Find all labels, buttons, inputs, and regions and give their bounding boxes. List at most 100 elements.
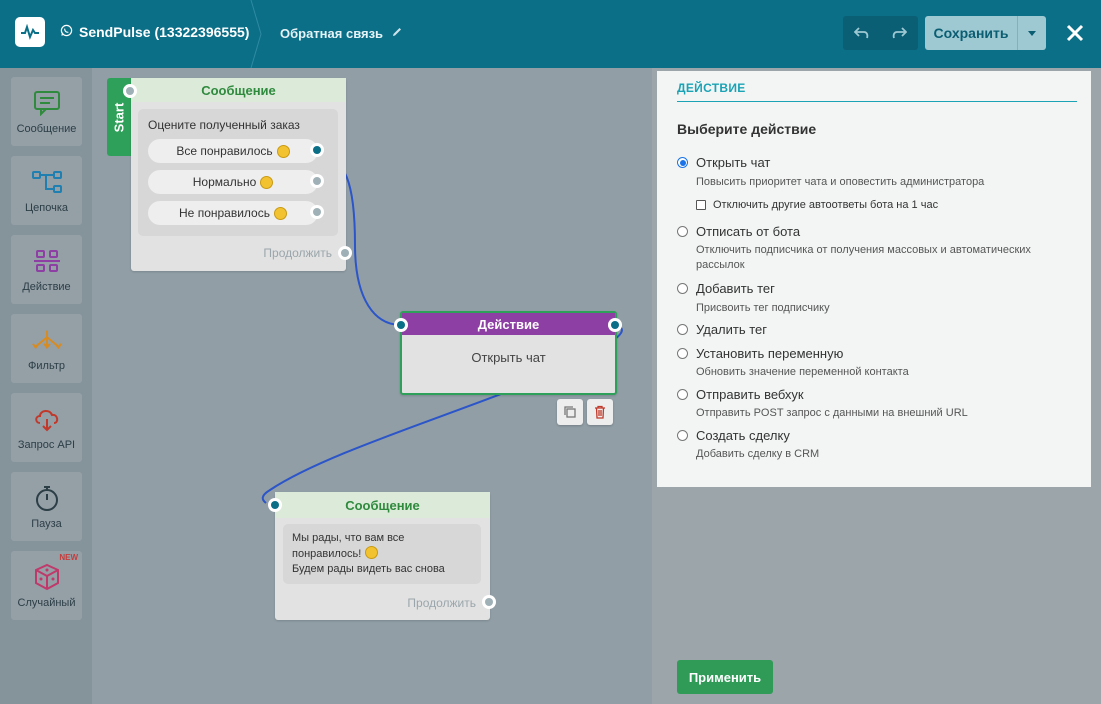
whatsapp-icon (60, 24, 73, 40)
save-button-group: Сохранить (925, 16, 1046, 50)
output-port-continue[interactable] (482, 595, 496, 609)
input-port[interactable] (123, 84, 137, 98)
action-icon (31, 247, 63, 275)
option-description: Добавить сделку в CRM (696, 448, 820, 460)
tool-label: Пауза (31, 517, 62, 530)
chain-icon (31, 168, 63, 196)
action-node[interactable]: Действие Открыть чат (400, 311, 617, 395)
input-port[interactable] (394, 318, 408, 332)
action-settings-panel: ДЕЙСТВИЕ Выберите действие Открыть чат П… (657, 71, 1091, 487)
redo-button[interactable] (881, 16, 919, 50)
option-add-tag[interactable]: Добавить тег (677, 281, 775, 296)
message-text-line: Мы рады, что вам все (292, 532, 405, 544)
continue-label: Продолжить (263, 246, 332, 260)
checkbox-label: Отключить другие автоответы бота на 1 ча… (713, 199, 939, 211)
continue-label: Продолжить (407, 596, 476, 610)
new-badge: NEW (59, 553, 78, 562)
copy-icon (564, 406, 576, 418)
option-remove-tag[interactable]: Удалить тег (677, 322, 767, 337)
top-bar: SendPulse (13322396555) Обратная связь С… (0, 0, 1101, 68)
trash-icon (595, 405, 605, 419)
output-port-normal[interactable] (310, 174, 324, 188)
flow-name-text: Обратная связь (280, 26, 384, 41)
option-label: Отправить вебхук (696, 387, 804, 402)
output-port-liked[interactable] (310, 143, 324, 157)
message-text: Оцените полученный заказ (148, 118, 300, 132)
close-button[interactable] (1062, 18, 1088, 48)
checkbox-box[interactable] (696, 200, 706, 210)
radio[interactable] (677, 226, 688, 237)
pencil-icon[interactable] (391, 26, 403, 41)
save-button[interactable]: Сохранить (925, 16, 1018, 50)
apply-button[interactable]: Применить (677, 660, 773, 694)
message-node-thanks[interactable]: Сообщение Мы рады, что вам все понравило… (275, 492, 490, 620)
message-text-line: понравилось! (292, 548, 362, 560)
node-title: Сообщение (131, 78, 346, 102)
message-bubble: Мы рады, что вам все понравилось! Будем … (283, 524, 481, 584)
action-node-body: Открыть чат (471, 350, 546, 365)
node-title: Действие (402, 313, 615, 335)
tool-label: Фильтр (28, 359, 65, 372)
option-label: Открыть чат (696, 155, 771, 170)
sendpulse-logo-icon[interactable] (15, 17, 45, 47)
tool-api-request[interactable]: Запрос API (11, 393, 82, 462)
reply-button-label: Не понравилось (179, 206, 270, 220)
panel-subtitle: Выберите действие (677, 121, 817, 137)
tool-chain[interactable]: Цепочка (11, 156, 82, 225)
neutral-emoji-icon (260, 175, 274, 189)
tool-action[interactable]: Действие (11, 235, 82, 304)
option-set-variable[interactable]: Установить переменную (677, 346, 843, 361)
reply-button-disliked[interactable]: Не понравилось (148, 201, 318, 225)
tool-label: Действие (22, 280, 71, 293)
tool-label: Случайный (17, 596, 76, 609)
dice-icon (31, 563, 63, 591)
sad-emoji-icon (273, 206, 287, 220)
project-selector[interactable]: SendPulse (13322396555) (60, 24, 249, 40)
filter-icon (31, 326, 63, 354)
breadcrumb-divider (250, 0, 262, 68)
save-options-dropdown[interactable] (1018, 16, 1046, 50)
option-label: Добавить тег (696, 281, 775, 296)
flow-title[interactable]: Обратная связь (280, 26, 403, 41)
timer-icon (31, 484, 63, 512)
output-port-disliked[interactable] (310, 205, 324, 219)
option-description: Отправить POST запрос с данными на внешн… (696, 407, 968, 419)
delete-node-button[interactable] (587, 399, 613, 425)
option-description: Отключить подписчика от получения массов… (696, 244, 1031, 271)
radio[interactable] (677, 283, 688, 294)
tool-label: Запрос API (17, 438, 76, 451)
copy-node-button[interactable] (557, 399, 583, 425)
tool-pause[interactable]: Пауза (11, 472, 82, 541)
tool-filter[interactable]: Фильтр (11, 314, 82, 383)
tool-random[interactable]: NEW Случайный (11, 551, 82, 620)
option-label: Создать сделку (696, 428, 790, 443)
tool-message[interactable]: Сообщение (11, 77, 82, 146)
node-title: Сообщение (275, 492, 490, 518)
option-create-deal[interactable]: Создать сделку (677, 428, 790, 443)
radio[interactable] (677, 324, 688, 335)
message-text-line: Будем рады видеть вас снова (292, 563, 445, 575)
option-unsubscribe[interactable]: Отписать от бота (677, 224, 800, 239)
radio[interactable] (677, 430, 688, 441)
option-label: Удалить тег (696, 322, 768, 337)
smile-emoji-icon (365, 546, 379, 559)
option-open-chat[interactable]: Открыть чат (677, 155, 770, 170)
radio[interactable] (677, 348, 688, 359)
radio-selected[interactable] (677, 157, 688, 168)
option-send-webhook[interactable]: Отправить вебхук (677, 387, 804, 402)
option-description: Повысить приоритет чата и оповестить адм… (696, 176, 985, 188)
output-port-continue[interactable] (338, 246, 352, 260)
smile-emoji-icon (276, 144, 290, 158)
reply-button-normal[interactable]: Нормально (148, 170, 318, 194)
input-port[interactable] (268, 498, 282, 512)
output-port[interactable] (608, 318, 622, 332)
radio[interactable] (677, 389, 688, 400)
undo-button[interactable] (843, 16, 881, 50)
disable-autoreplies-checkbox[interactable]: Отключить другие автоответы бота на 1 ча… (696, 199, 938, 211)
redo-icon (892, 27, 908, 39)
start-label: Start (111, 102, 127, 132)
close-icon (1066, 24, 1084, 42)
undo-icon (853, 27, 869, 39)
reply-button-label: Все понравилось (176, 144, 273, 158)
reply-button-liked[interactable]: Все понравилось (148, 139, 318, 163)
